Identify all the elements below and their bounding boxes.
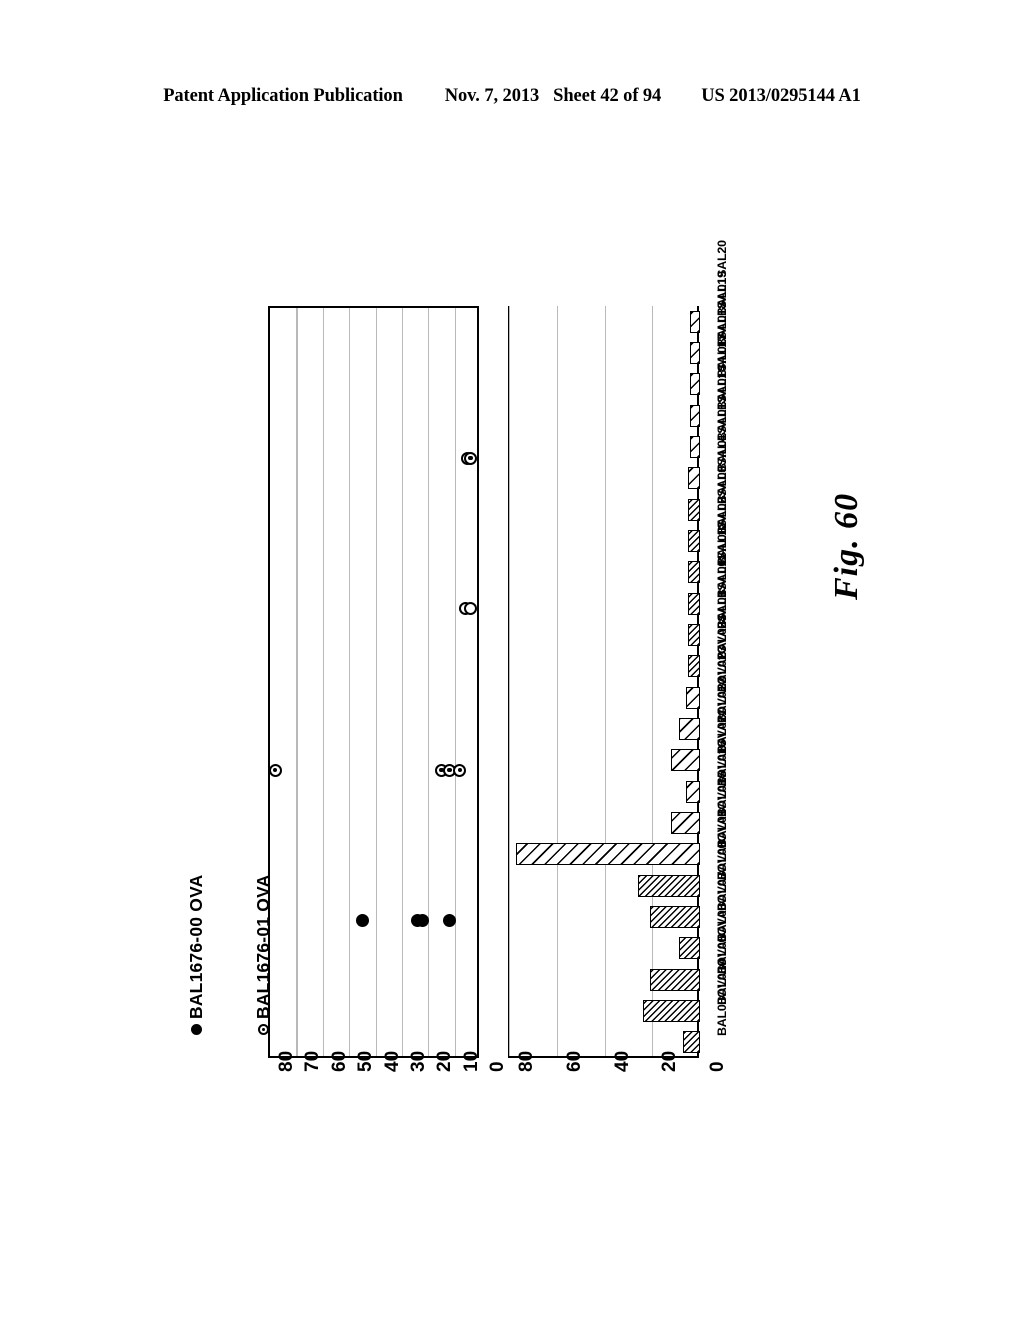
gridline-40 (604, 306, 606, 1056)
scatter-tick-30: 30 (407, 1050, 429, 1072)
scatter-point (355, 913, 369, 927)
bar (688, 592, 700, 615)
bar (688, 655, 700, 678)
scatter-tick-80: 80 (276, 1050, 297, 1072)
bar (690, 373, 700, 396)
category-label: BAL00OVA10 (715, 959, 729, 1037)
bar (685, 686, 700, 709)
bar (649, 968, 700, 991)
scatter-tick-60: 60 (328, 1050, 350, 1072)
bar-tick-60: 60 (563, 1050, 585, 1072)
bar (688, 530, 700, 552)
bar (671, 749, 700, 772)
scatter-plot (268, 306, 479, 1058)
bar (649, 906, 700, 928)
bar (516, 843, 700, 866)
bar (690, 342, 700, 364)
scatter-tick-70: 70 (302, 1050, 324, 1072)
gridline-40 (375, 308, 377, 1056)
scatter-point (416, 913, 430, 927)
legend-marker-icon (191, 1024, 202, 1035)
scatter-point (442, 913, 456, 927)
bar-tick-20: 20 (659, 1050, 681, 1072)
gridline-50 (349, 308, 351, 1056)
bar (642, 1000, 700, 1022)
gridline-80 (509, 306, 511, 1056)
figure-60: BAL1676-00 OVABAL1676-01 OVABAL1676-00 S… (0, 0, 1024, 1320)
bar (685, 780, 700, 803)
scatter-tick-0: 0 (487, 1061, 508, 1072)
bar (688, 561, 700, 584)
gridline-20 (652, 306, 654, 1056)
gridline-20 (428, 308, 430, 1056)
bar-tick-0: 0 (707, 1061, 728, 1072)
bar-tick-40: 40 (611, 1050, 633, 1072)
bar (690, 436, 700, 458)
gridline-30 (401, 308, 404, 1056)
bar (678, 937, 700, 960)
bar (683, 1031, 700, 1054)
bar (688, 624, 700, 646)
bar (690, 310, 700, 333)
bar (688, 467, 700, 490)
bar-tick-80: 80 (516, 1050, 537, 1072)
bar (688, 498, 700, 521)
bar (671, 812, 700, 834)
figure-caption: Fig. 60 (828, 492, 865, 600)
bar (690, 404, 700, 427)
bar-chart (508, 306, 700, 1058)
legend-label: BAL1676-00 OVA (186, 874, 206, 1019)
scatter-tick-40: 40 (381, 1050, 403, 1072)
bar (678, 718, 700, 740)
gridline-10 (454, 308, 456, 1056)
scatter-point (463, 601, 477, 615)
scatter-point (453, 763, 467, 777)
bar (637, 874, 700, 897)
gridline-60 (556, 306, 558, 1056)
scatter-tick-50: 50 (355, 1050, 377, 1072)
scatter-point (463, 451, 477, 465)
gridline-70 (296, 308, 298, 1056)
scatter-tick-20: 20 (434, 1050, 456, 1072)
scatter-tick-10: 10 (460, 1050, 482, 1072)
legend-entry-0: BAL1676-00 OVA (186, 875, 207, 1035)
scatter-point (268, 763, 282, 777)
gridline-60 (322, 308, 324, 1056)
